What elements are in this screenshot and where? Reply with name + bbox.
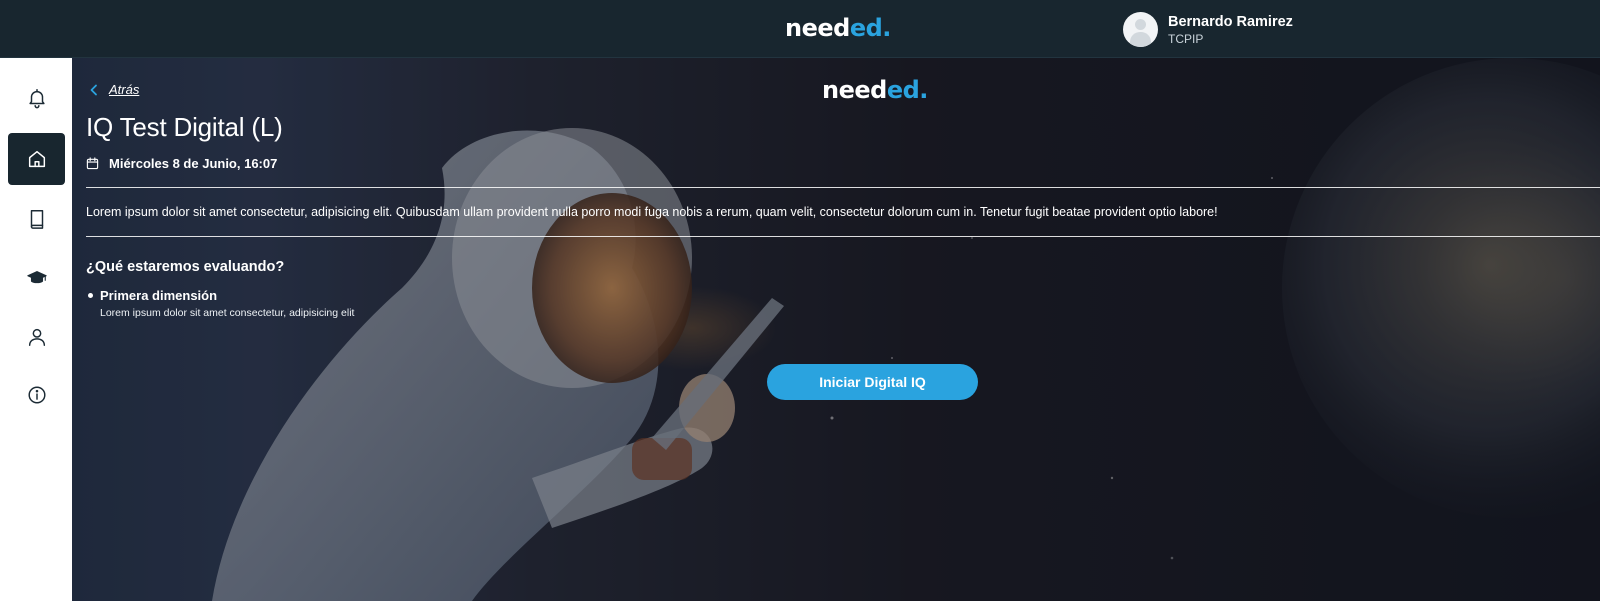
date-label: Miércoles 8 de Junio, 16:07 [109,156,278,171]
list-item: Primera dimensión Lorem ipsum dolor sit … [86,288,354,319]
sidebar-item-courses[interactable] [8,193,65,245]
dimension-description: Lorem ipsum dolor sit amet consectetur, … [100,307,355,319]
user-role: TCPIP [1168,31,1204,46]
chevron-left-icon [90,84,97,95]
back-link[interactable]: Atrás [88,82,139,97]
user-name: Bernardo Ramirez [1168,13,1293,30]
info-icon [27,386,46,404]
needed-logo[interactable]: needed. [785,14,891,42]
sidebar-item-profile[interactable] [8,311,65,363]
page-title: IQ Test Digital (L) [86,112,283,142]
user-icon [28,328,45,346]
bullet [88,293,93,298]
main-content: Atrás needed. IQ Test Digital (L) Miérco… [72,58,1600,601]
calendar-icon [86,157,99,170]
dimension-title: Primera dimensión [100,288,218,303]
sidebar-item-info[interactable] [8,369,65,421]
book-icon [30,210,43,229]
bell-icon [28,89,45,109]
user-profile[interactable]: Bernardo Ramirez TCPIP [1123,12,1293,47]
divider [86,236,1600,237]
graduation-cap-icon [26,271,47,284]
divider [86,187,1600,188]
sidebar-item-home[interactable] [8,133,65,185]
top-bar: needed. Bernardo Ramirez TCPIP [0,0,1600,58]
home-icon [28,150,45,168]
sidebar-item-education[interactable] [8,252,65,304]
start-test-button[interactable]: Iniciar Digital IQ [767,364,978,400]
needed-logo-content: needed. [822,76,928,104]
avatar[interactable] [1123,12,1158,47]
evaluation-heading: ¿Qué estaremos evaluando? [86,259,285,275]
test-date: Miércoles 8 de Junio, 16:07 [86,156,277,171]
test-description: Lorem ipsum dolor sit amet consectetur, … [86,205,1218,219]
back-label[interactable]: Atrás [109,82,139,97]
sidebar-item-notifications[interactable] [8,72,65,124]
sidebar [0,58,72,601]
